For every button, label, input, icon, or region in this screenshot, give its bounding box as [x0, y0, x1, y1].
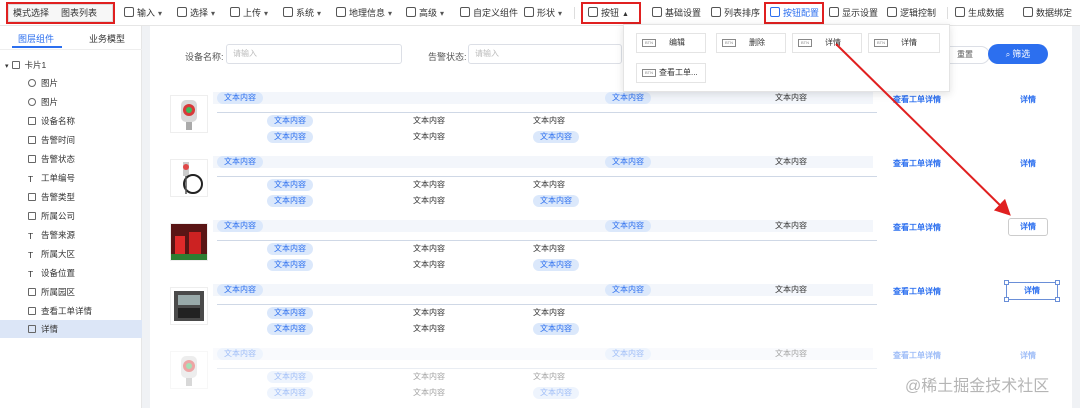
watermark: @稀土掘金技术社区	[905, 378, 1050, 395]
annotation-arrow	[835, 43, 1011, 216]
